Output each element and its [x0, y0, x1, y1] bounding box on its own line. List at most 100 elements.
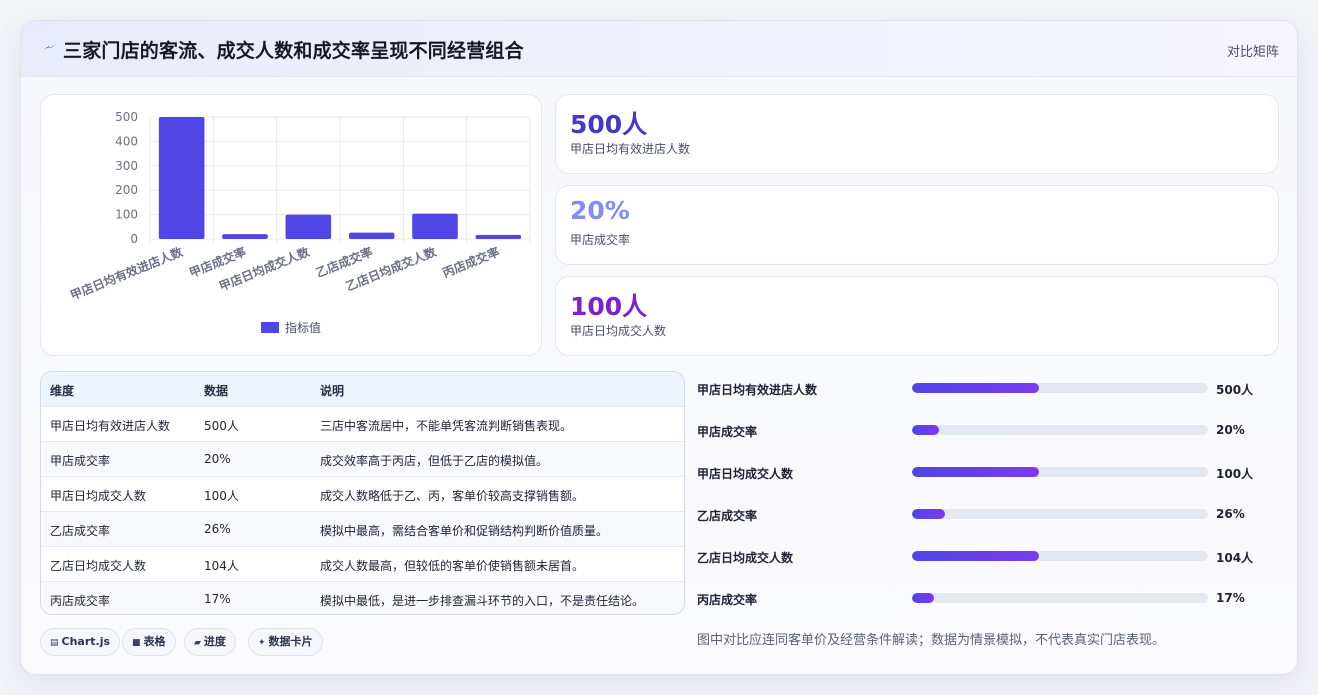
- footnote: 图中对比应连同客单价及经营条件解读；数据为情景模拟，不代表真实门店表现。: [697, 633, 1166, 648]
- y-tick-label: 500: [115, 110, 138, 124]
- data-table: 维度 数据 说明 甲店日均有效进店人数 500人 三店中客流居中，不能单凭客流判…: [40, 371, 685, 615]
- progress-label: 乙店成交率: [697, 509, 758, 523]
- progress-value: 100人: [1216, 467, 1254, 481]
- table-icon: ■: [132, 638, 141, 648]
- table-cell: 104人: [204, 559, 239, 573]
- progress-fill: [912, 509, 945, 519]
- progress-fill: [912, 425, 939, 435]
- column-header: 数据: [204, 384, 229, 398]
- chip-chartjs[interactable]: ▤ Chart.js: [40, 628, 121, 656]
- progress-label: 乙店日均成交人数: [697, 551, 794, 565]
- stat-value: 20%: [570, 196, 630, 225]
- bar-chart-card: 0 100 200 300 400 500 甲店日均有效进店人数 甲店成交率 甲店日均成交人数乙…: [40, 94, 542, 356]
- chip-label: 数据卡片: [268, 635, 313, 648]
- table-row: 乙店日均成交人数 104人 成交人数最高，但较低的客单价使销售额未居首。: [41, 546, 684, 581]
- progress-row: 甲店日均有效进店人数 500人: [697, 377, 1277, 401]
- table-header-row: 维度 数据 说明: [41, 372, 684, 407]
- chart-icon: ▤: [50, 638, 59, 648]
- header-tag[interactable]: 对比矩阵: [1227, 41, 1279, 60]
- table-cell: 17%: [204, 592, 231, 606]
- table-cell: 模拟中最低，是进一步排查漏斗环节的入口，不是责任结论。: [320, 594, 645, 608]
- x-tick-label: 甲店日均有效进店人数: [68, 244, 186, 303]
- bar: [158, 117, 205, 239]
- progress-label: 甲店成交率: [697, 425, 758, 439]
- progress-track: [912, 383, 1208, 393]
- stat-card-visitors: 500人 甲店日均有效进店人数: [555, 94, 1279, 174]
- stat-label: 甲店成交率: [570, 233, 631, 247]
- bar: [348, 232, 395, 239]
- stat-card-conversion: 20% 甲店成交率: [555, 185, 1279, 265]
- bar: [475, 234, 522, 239]
- progress-track: [912, 467, 1208, 477]
- progress-fill: [912, 593, 935, 603]
- lightning-icon: [44, 44, 56, 49]
- column-header: 维度: [50, 384, 75, 398]
- table-row: 乙店成交率 26% 模拟中最高，需结合客单价和促销结构判断价值质量。: [41, 511, 684, 546]
- progress-row: 丙店成交率 17%: [697, 587, 1277, 611]
- bar-chart: 0100200300400500甲店日均有效进店人数 甲店成交率甲店日均成交人数乙…: [68, 110, 531, 335]
- stat-value: 500人: [570, 110, 648, 139]
- table-cell: 乙店日均成交人数: [50, 559, 147, 573]
- stat-label: 甲店日均有效进店人数: [570, 142, 691, 156]
- table-cell: 成交人数最高，但较低的客单价使销售额未居首。: [320, 559, 585, 573]
- chip-table[interactable]: ■ 表格: [122, 628, 176, 656]
- progress-label: 甲店日均成交人数: [697, 467, 794, 481]
- progress-value: 26%: [1216, 507, 1245, 521]
- y-tick-label: 0: [130, 232, 138, 246]
- bar: [412, 213, 458, 239]
- chip-label: Chart.js: [61, 635, 111, 648]
- content-area: 0 100 200 300 400 500 甲店日均有效进店人数 甲店成交率 甲店日均成交人数乙…: [21, 77, 1297, 674]
- progress-track: [912, 425, 1208, 435]
- stat-label: 甲店日均成交人数: [570, 324, 667, 338]
- bar: [222, 234, 268, 239]
- progress-row: 乙店日均成交人数 104人: [697, 545, 1277, 569]
- y-tick-label: 200: [115, 183, 138, 197]
- progress-value: 500人: [1216, 383, 1254, 397]
- chip-label: 进度: [203, 635, 226, 648]
- y-tick-label: 300: [115, 159, 138, 173]
- progress-value: 104人: [1216, 551, 1254, 565]
- progress-row: 甲店成交率 20%: [697, 419, 1277, 443]
- table-cell: 500人: [204, 419, 239, 433]
- table-row: 甲店日均成交人数 100人 成交人数略低于乙、丙，客单价较高支撑销售额。: [41, 476, 684, 511]
- legend-swatch: [261, 322, 279, 333]
- panel-header: 三家门店的客流、成交人数和成交率呈现不同经营组合 对比矩阵: [21, 21, 1297, 77]
- progress-fill: [912, 467, 1040, 477]
- table-row: 甲店日均有效进店人数 500人 三店中客流居中，不能单凭客流判断销售表现。: [41, 406, 684, 441]
- progress-value: 20%: [1216, 423, 1245, 437]
- table-cell: 甲店成交率: [50, 454, 111, 468]
- table-cell: 100人: [204, 489, 239, 503]
- y-tick-label: 100: [115, 208, 138, 222]
- table-cell: 三店中客流居中，不能单凭客流判断销售表现。: [320, 419, 573, 433]
- table-row: 甲店成交率 20% 成交效率高于丙店，但低于乙店的模拟值。: [41, 441, 684, 476]
- progress-track: [912, 509, 1208, 519]
- sparkle-icon: ✦: [258, 638, 266, 648]
- table-cell: 丙店成交率: [50, 594, 111, 608]
- x-tick-label: 丙店成交率: [440, 244, 501, 280]
- table-cell: 甲店日均成交人数: [50, 489, 147, 503]
- y-tick-label: 400: [115, 134, 138, 148]
- chip-label: 表格: [143, 635, 166, 648]
- table-cell: 乙店成交率: [50, 524, 111, 538]
- legend-label: 指标值: [285, 320, 321, 335]
- table-cell: 26%: [204, 522, 231, 536]
- column-header: 说明: [320, 384, 345, 398]
- dashboard-panel: 三家门店的客流、成交人数和成交率呈现不同经营组合 对比矩阵 0 100 200 300…: [20, 20, 1298, 675]
- stat-card-buyers: 100人 甲店日均成交人数: [555, 276, 1279, 356]
- table-cell: 成交效率高于丙店，但低于乙店的模拟值。: [320, 454, 549, 468]
- chip-progress[interactable]: ▰ 进度: [184, 628, 236, 656]
- table-row: 丙店成交率 17% 模拟中最低，是进一步排查漏斗环节的入口，不是责任结论。: [41, 581, 684, 614]
- progress-label: 丙店成交率: [697, 593, 758, 607]
- chip-data-cards[interactable]: ✦ 数据卡片: [248, 628, 323, 656]
- progress-row: 乙店成交率 26%: [697, 503, 1277, 527]
- progress-track: [912, 551, 1208, 561]
- progress-fill: [912, 383, 1040, 393]
- page-title: 三家门店的客流、成交人数和成交率呈现不同经营组合: [63, 40, 524, 62]
- bar: [285, 214, 332, 239]
- folder-icon: ▰: [194, 638, 201, 648]
- progress-fill: [912, 551, 1040, 561]
- progress-row: 甲店日均成交人数 100人: [697, 461, 1277, 485]
- progress-track: [912, 593, 1208, 603]
- progress-value: 17%: [1216, 591, 1245, 605]
- table-cell: 甲店日均有效进店人数: [50, 419, 171, 433]
